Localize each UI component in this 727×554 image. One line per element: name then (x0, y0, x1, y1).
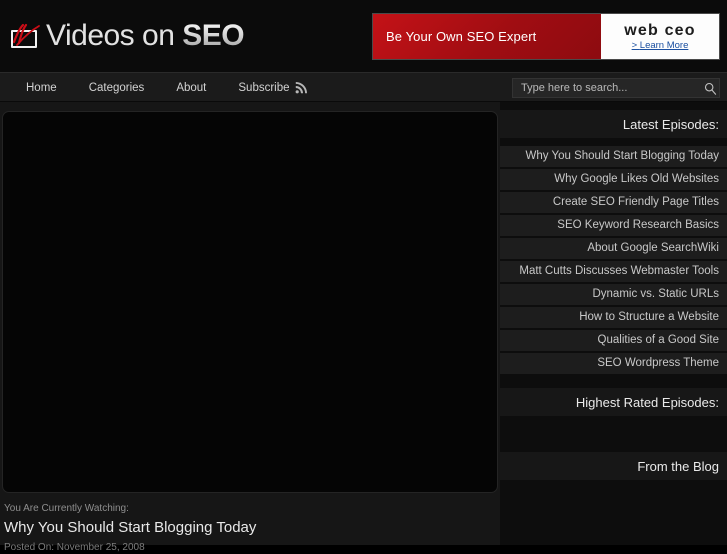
search-icon[interactable] (701, 82, 719, 95)
banner-ad-left: Be Your Own SEO Expert (373, 14, 601, 59)
banner-cta-arrow: > (631, 39, 640, 51)
video-player[interactable] (2, 111, 498, 493)
site-logo[interactable]: Videos on SEO (8, 14, 245, 58)
list-item[interactable]: How to Structure a Website (500, 307, 727, 328)
from-the-blog-heading: From the Blog (500, 452, 727, 480)
from-the-blog-list (500, 480, 727, 540)
main-navigation-bar: Home Categories About Subscribe (0, 72, 727, 102)
logo-wordmark: Videos on SEO (46, 19, 245, 52)
now-playing-title: Why You Should Start Blogging Today (4, 519, 257, 536)
highest-rated-episodes-list (500, 416, 727, 436)
banner-ad-right[interactable]: web ceo > Learn More (601, 14, 719, 59)
nav-item-subscribe-label: Subscribe (238, 81, 290, 94)
list-item[interactable]: About Google SearchWiki (500, 238, 727, 259)
search-input[interactable] (513, 79, 701, 97)
video-screen-icon (8, 21, 42, 51)
list-item[interactable]: SEO Keyword Research Basics (500, 215, 727, 236)
highest-rated-episodes-heading: Highest Rated Episodes: (500, 388, 727, 416)
list-item[interactable]: Why You Should Start Blogging Today (500, 146, 727, 167)
now-playing-block: You Are Currently Watching: Why You Shou… (4, 502, 492, 554)
nav-item-about[interactable]: About (160, 82, 222, 94)
banner-headline: Be Your Own SEO Expert (386, 29, 537, 44)
nav-item-categories[interactable]: Categories (73, 82, 161, 94)
latest-episodes-list: Why You Should Start Blogging Today Why … (500, 146, 727, 374)
logo-text-light: Videos on (46, 19, 183, 52)
nav-item-categories-label: Categories (88, 81, 145, 94)
page-content: You Are Currently Watching: Why You Shou… (0, 102, 727, 553)
site-header: Videos on SEO Be Your Own SEO Expert web… (0, 0, 727, 72)
nav-item-about-label: About (176, 81, 207, 94)
nav-item-list: Home Categories About Subscribe (10, 73, 323, 102)
rss-icon (295, 81, 307, 94)
nav-item-subscribe[interactable]: Subscribe (222, 81, 322, 94)
list-item[interactable]: SEO Wordpress Theme (500, 353, 727, 374)
list-item[interactable]: Matt Cutts Discusses Webmaster Tools (500, 261, 727, 282)
list-item[interactable]: Create SEO Friendly Page Titles (500, 192, 727, 213)
logo-text-bold: SEO (182, 19, 245, 52)
banner-ad[interactable]: Be Your Own SEO Expert web ceo > Learn M… (372, 13, 720, 60)
search-box[interactable] (512, 78, 720, 98)
nav-item-home-label: Home (26, 81, 57, 94)
nav-item-home[interactable]: Home (10, 82, 73, 94)
banner-brand-logo: web ceo (624, 21, 696, 39)
latest-episodes-heading: Latest Episodes: (500, 110, 727, 138)
video-column: You Are Currently Watching: Why You Shou… (0, 102, 500, 553)
sidebar: Latest Episodes: Why You Should Start Bl… (500, 102, 727, 545)
list-item[interactable]: Why Google Likes Old Websites (500, 169, 727, 190)
banner-cta-label: Learn More (639, 39, 689, 51)
list-item[interactable]: Dynamic vs. Static URLs (500, 284, 727, 305)
now-playing-label: You Are Currently Watching: (4, 503, 129, 514)
banner-learn-more-link[interactable]: > Learn More (632, 40, 689, 52)
list-item[interactable]: Qualities of a Good Site (500, 330, 727, 351)
now-playing-date: Posted On: November 25, 2008 (4, 542, 145, 553)
